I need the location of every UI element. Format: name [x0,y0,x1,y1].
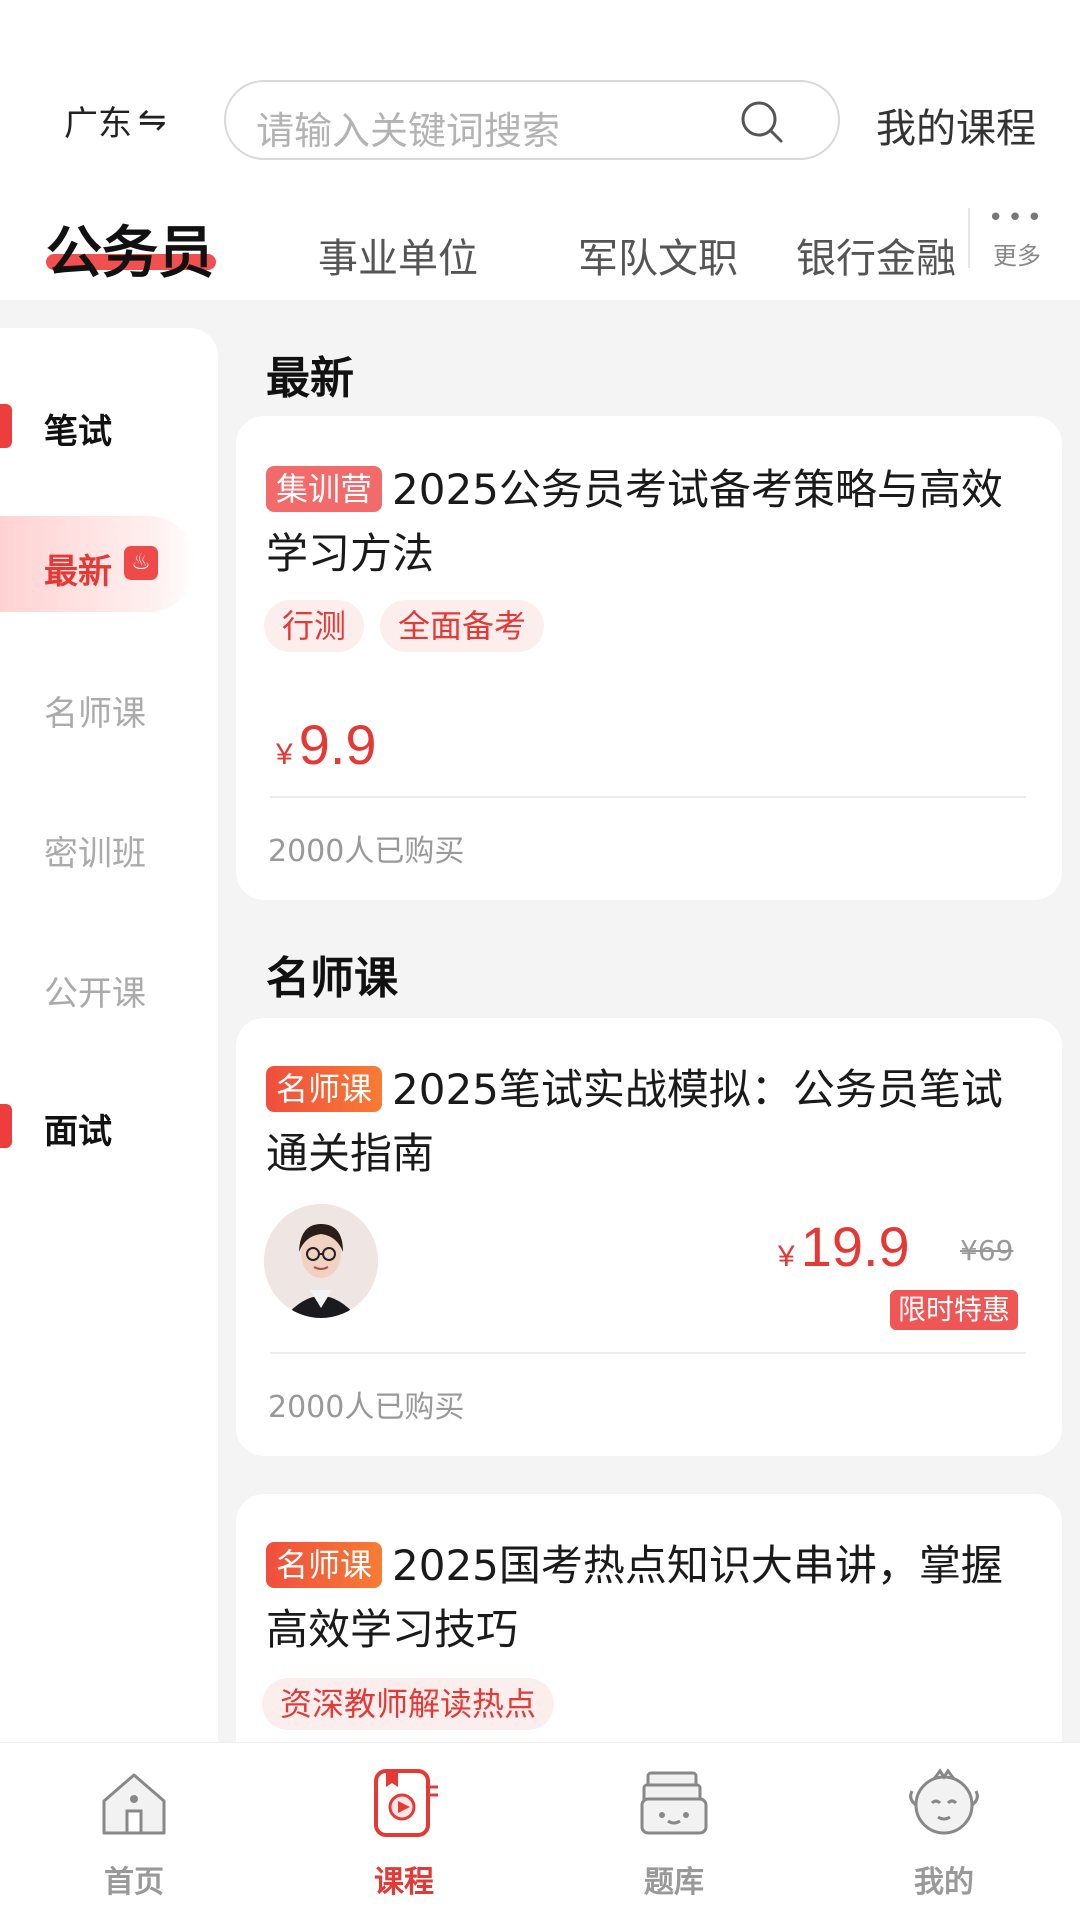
sidebar-item-label: 笔试 [44,412,112,452]
top-header: 广东 ⇋ 请输入关键词搜索 我的课程 公务员 事业单位 军队文职 银行金融 ••… [0,0,1080,300]
sidebar-group-interview[interactable]: 面试 [0,1084,218,1164]
more-categories-button[interactable]: ••• 更多 [968,203,1064,270]
course-card[interactable]: 集训营 2025公务员考试备考策略与高效学习方法 行测 全面备考 ¥9.9 200… [236,416,1062,900]
currency-symbol: ¥ [276,738,293,771]
more-label: 更多 [993,242,1041,270]
group-indicator [0,1104,12,1148]
course-title: 名师课 2025国考热点知识大串讲，掌握高效学习技巧 [266,1534,1026,1662]
promo-badge: 限时特惠 [890,1290,1019,1330]
tab-courses[interactable]: 课程 [324,1763,484,1901]
sidebar-item-label: 最新 [44,552,112,592]
course-tag: 行测 [264,600,365,652]
tab-civil-servant[interactable]: 公务员 [46,208,214,289]
tab-home[interactable]: 首页 [54,1763,214,1901]
section-title-latest: 最新 [266,353,354,404]
course-tag: 全面备考 [380,600,545,652]
course-icon [374,1769,438,1837]
course-price: ¥9.9 [276,712,377,777]
buyer-count: 2000人已购买 [268,834,465,869]
tab-public-institution[interactable]: 事业单位 [318,226,478,284]
my-courses-link[interactable]: 我的课程 [876,96,1036,154]
section-title-teacher: 名师课 [266,953,398,1004]
card-divider [270,1352,1026,1354]
sidebar: 笔试 最新 ♨ 名师课 密训班 公开课 面试 [0,328,218,1758]
currency-symbol: ¥ [778,1240,795,1273]
course-tag: 资深教师解读热点 [262,1678,555,1730]
sidebar-item-label: 名师课 [44,694,146,734]
fire-icon: ♨ [124,546,158,580]
sidebar-item-open-course[interactable]: 公开课 [0,946,218,1026]
sidebar-item-label: 面试 [44,1112,112,1152]
price-value: 9.9 [298,713,377,776]
tab-label: 我的 [914,1865,974,1900]
sidebar-item-secret-training[interactable]: 密训班 [0,806,218,886]
course-badge: 集训营 [266,466,383,512]
tab-question-bank[interactable]: 题库 [594,1763,754,1901]
bottom-tab-bar: 首页 课程 题库 我的 [0,1742,1080,1920]
sidebar-item-label: 密训班 [44,834,146,874]
search-input[interactable]: 请输入关键词搜索 [224,80,840,160]
tab-label: 公务员 [46,221,214,286]
course-badge: 名师课 [266,1066,383,1112]
teacher-avatar [264,1204,378,1318]
original-price: ¥69 [960,1234,1014,1267]
profile-icon [909,1768,979,1835]
buyer-count: 2000人已购买 [268,1390,465,1425]
tab-label: 题库 [644,1865,704,1900]
region-label: 广东 [64,103,132,144]
home-icon [102,1773,166,1835]
card-divider [270,796,1026,798]
course-badge: 名师课 [266,1542,383,1588]
tab-label: 首页 [104,1865,164,1900]
course-title: 集训营 2025公务员考试备考策略与高效学习方法 [266,458,1026,586]
sidebar-group-written[interactable]: 笔试 [0,384,218,464]
tab-profile[interactable]: 我的 [864,1763,1024,1901]
search-icon[interactable] [738,98,786,146]
sidebar-item-famous-teacher[interactable]: 名师课 [0,666,218,746]
sidebar-item-latest[interactable]: 最新 ♨ [0,516,196,612]
tab-military-civilian[interactable]: 军队文职 [578,226,738,284]
sidebar-item-label: 公开课 [44,974,146,1014]
tab-label: 课程 [374,1865,434,1900]
course-price: ¥19.9 [778,1214,910,1279]
more-dots-icon: ••• [987,203,1046,233]
course-title: 名师课 2025笔试实战模拟：公务员笔试通关指南 [266,1058,1026,1186]
price-value: 19.9 [800,1215,910,1278]
category-tabs: 公务员 事业单位 军队文职 银行金融 [0,190,1080,300]
question-bank-icon [640,1771,708,1835]
course-card[interactable]: 名师课 2025笔试实战模拟：公务员笔试通关指南 ¥19.9 ¥69 限时特惠 2… [236,1018,1062,1456]
tab-bank-finance[interactable]: 银行金融 [796,226,956,284]
region-selector[interactable]: 广东 ⇋ [64,98,167,144]
swap-icon: ⇋ [138,100,167,140]
search-placeholder: 请输入关键词搜索 [256,109,561,153]
group-indicator [0,404,12,448]
